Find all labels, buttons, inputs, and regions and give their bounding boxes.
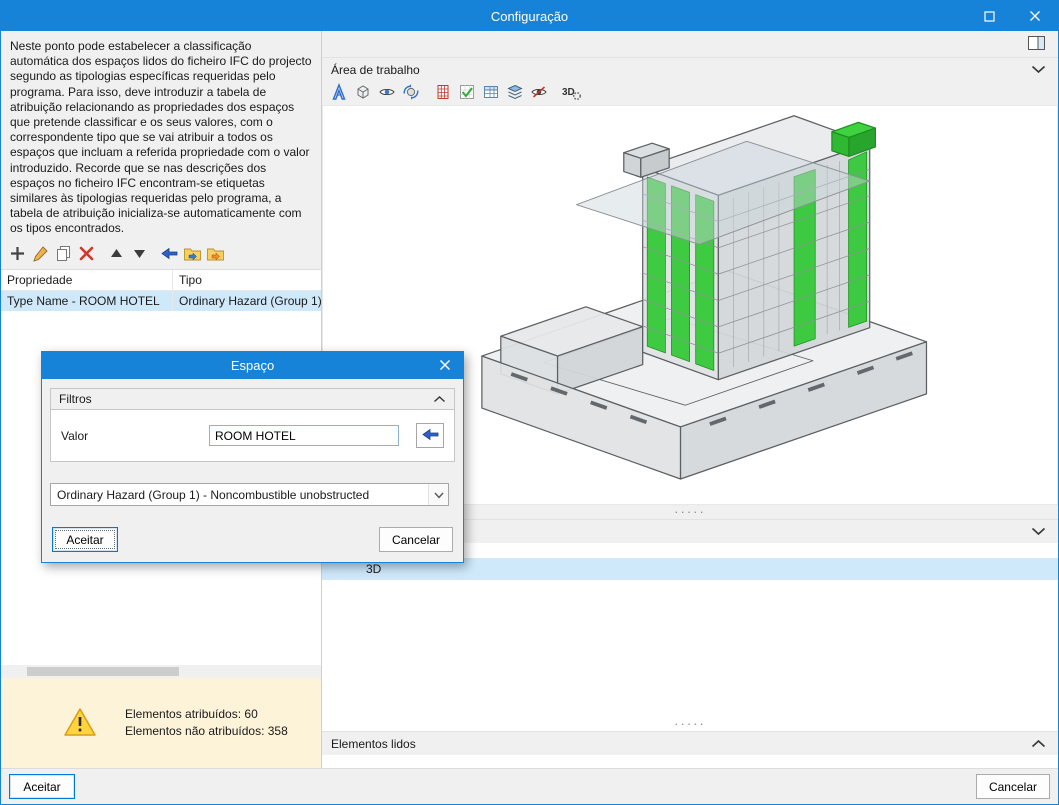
- dropdown-arrow-button[interactable]: [428, 484, 448, 505]
- eye-button[interactable]: [375, 82, 399, 104]
- export-folder-button[interactable]: [204, 244, 227, 267]
- blue-left-arrow-icon: [421, 426, 440, 446]
- arrow-up-icon: [109, 246, 124, 264]
- drag-handle-dots: ·····: [674, 504, 706, 519]
- close-icon: [439, 358, 451, 374]
- close-button[interactable]: [1012, 1, 1058, 31]
- warning-triangle-icon: [63, 707, 97, 740]
- view-list: 3D: [322, 543, 1058, 717]
- arrow-down-icon: [132, 246, 147, 264]
- cell-tipo: Ordinary Hazard (Group 1): [179, 293, 321, 308]
- cube-view-button[interactable]: [351, 82, 375, 104]
- maximize-icon: [983, 10, 995, 22]
- delete-button[interactable]: [75, 244, 98, 267]
- move-up-button[interactable]: [105, 244, 128, 267]
- eye-off-icon: [530, 83, 548, 104]
- configuration-window: Configuração Neste ponto pode estabelece…: [0, 0, 1059, 805]
- check-grid-icon: [458, 83, 476, 104]
- value-input[interactable]: [209, 425, 399, 446]
- apply-filter-button[interactable]: [416, 423, 444, 448]
- filters-header[interactable]: Filtros: [51, 389, 454, 410]
- titlebar: Configuração: [1, 1, 1058, 31]
- folder-export-icon: [206, 246, 225, 265]
- maximize-button[interactable]: [966, 1, 1012, 31]
- building-grid-icon: [434, 83, 452, 104]
- layout-button[interactable]: [1024, 33, 1048, 55]
- space-dialog-close-button[interactable]: [427, 358, 463, 374]
- 3d-settings-button[interactable]: 3D: [559, 82, 583, 104]
- space-accept-button[interactable]: Aceitar: [52, 527, 118, 552]
- window-layout-icon: [1027, 35, 1046, 54]
- cancel-button[interactable]: Cancelar: [975, 774, 1050, 799]
- table-icon: [482, 83, 500, 104]
- intro-text: Neste ponto pode estabelecer a classific…: [10, 39, 312, 236]
- work-area-label: Área de trabalho: [331, 62, 420, 77]
- dialog-footer: Aceitar Cancelar: [1, 768, 1058, 804]
- orbit-button[interactable]: [399, 82, 423, 104]
- column-header-propriedade: Propriedade: [1, 269, 173, 290]
- chevron-up-icon: [433, 392, 446, 406]
- filters-groupbox: Filtros Valor: [50, 388, 455, 462]
- copy-button[interactable]: [52, 244, 75, 267]
- move-down-button[interactable]: [128, 244, 151, 267]
- view-item-label: 3D: [366, 562, 382, 576]
- column-header-tipo: Tipo: [179, 272, 202, 287]
- check-grid-button[interactable]: [455, 82, 479, 104]
- assigned-count-text: Elementos atribuídos: 60: [125, 707, 258, 721]
- delete-x-icon: [78, 245, 95, 265]
- 3d-gear-icon: 3D: [561, 83, 582, 104]
- table-view-button[interactable]: [479, 82, 503, 104]
- unassigned-count-text: Elementos não atribuídos: 358: [125, 724, 288, 738]
- eye-icon: [378, 83, 396, 104]
- chevron-down-icon: [1031, 525, 1046, 539]
- add-icon: [9, 245, 26, 265]
- drag-handle-dots: ·····: [674, 716, 706, 731]
- viewport-toolbar: 3D: [322, 81, 1058, 105]
- layers-button[interactable]: [503, 82, 527, 104]
- elements-read-header[interactable]: Elementos lidos: [322, 731, 1058, 755]
- chevron-up-icon: [1031, 737, 1046, 751]
- building-elements-button[interactable]: [431, 82, 455, 104]
- elements-read-label: Elementos lidos: [331, 736, 416, 751]
- assign-button[interactable]: [158, 244, 181, 267]
- type-dropdown[interactable]: Ordinary Hazard (Group 1) - Noncombustib…: [50, 483, 449, 506]
- horizontal-scrollbar[interactable]: [1, 665, 321, 678]
- layers-icon: [506, 83, 524, 104]
- accept-button[interactable]: Aceitar: [9, 774, 75, 799]
- table-row[interactable]: Type Name - ROOM HOTEL Ordinary Hazard (…: [1, 290, 321, 311]
- table-toolbar: [1, 242, 321, 269]
- close-icon: [1029, 10, 1041, 22]
- window-title: Configuração: [490, 8, 569, 24]
- svg-text:3D: 3D: [562, 87, 575, 98]
- table-header-row: Propriedade Tipo: [1, 269, 321, 291]
- import-folder-button[interactable]: [181, 244, 204, 267]
- scrollbar-thumb[interactable]: [27, 667, 179, 676]
- cell-propriedade: Type Name - ROOM HOTEL: [1, 290, 173, 311]
- set-square-button[interactable]: [327, 82, 351, 104]
- folder-import-icon: [183, 246, 202, 265]
- type-dropdown-value: Ordinary Hazard (Group 1) - Noncombustib…: [57, 487, 370, 502]
- work-area-header[interactable]: Área de trabalho: [322, 57, 1058, 81]
- set-square-icon: [330, 82, 348, 104]
- cube-icon: [354, 83, 372, 104]
- blue-left-arrow-icon: [160, 245, 179, 265]
- chevron-down-icon: [1031, 63, 1046, 77]
- orbit-icon: [402, 83, 420, 104]
- space-dialog-title: Espaço: [230, 358, 275, 373]
- space-dialog-titlebar: Espaço: [42, 352, 463, 379]
- edit-pencil-icon: [32, 245, 49, 265]
- filters-label: Filtros: [59, 392, 92, 406]
- value-field-label: Valor: [61, 428, 89, 443]
- copy-icon: [55, 245, 72, 265]
- visibility-button[interactable]: [527, 82, 551, 104]
- elements-splitter[interactable]: ·····: [322, 717, 1058, 731]
- chevron-down-icon: [433, 488, 444, 502]
- workspace-top-bar: [322, 31, 1058, 57]
- space-cancel-button[interactable]: Cancelar: [378, 527, 453, 552]
- add-button[interactable]: [6, 244, 29, 267]
- edit-button[interactable]: [29, 244, 52, 267]
- space-dialog: Espaço Filtros Valor Ord: [41, 351, 464, 563]
- warning-box: Elementos atribuídos: 60 Elementos não a…: [1, 678, 321, 768]
- elements-read-body: [322, 755, 1058, 768]
